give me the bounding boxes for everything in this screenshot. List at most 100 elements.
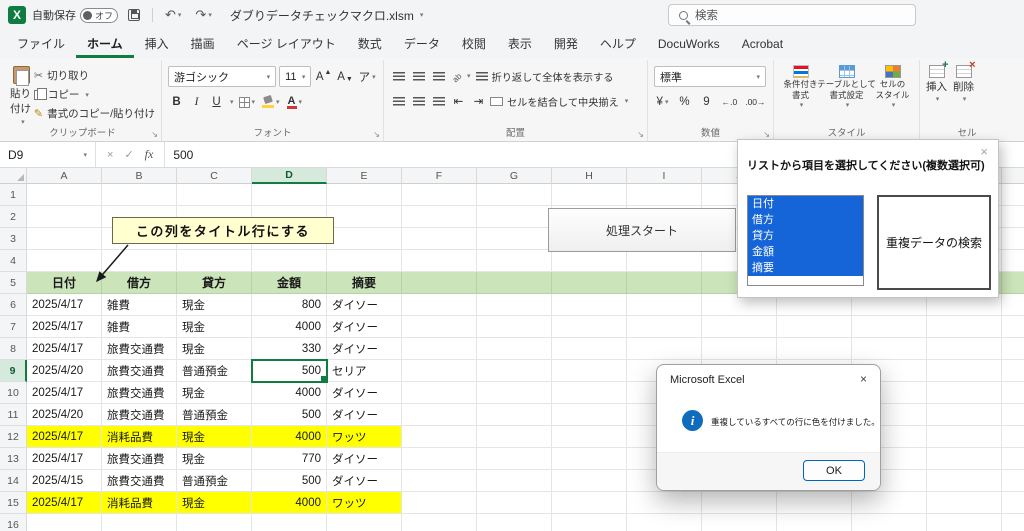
cell-amount[interactable]: 4000 xyxy=(252,426,327,448)
column-header[interactable]: H xyxy=(552,168,627,184)
save-button[interactable] xyxy=(124,9,144,21)
phonetic-button[interactable]: ア▾ xyxy=(357,67,377,87)
row-header[interactable]: 14 xyxy=(0,470,27,492)
cell[interactable] xyxy=(852,316,927,338)
cell[interactable] xyxy=(927,316,1002,338)
row-header[interactable]: 5 xyxy=(0,272,27,294)
row-header[interactable]: 3 xyxy=(0,228,27,250)
cell-styles-button[interactable]: セルの スタイル ▾ xyxy=(872,65,913,109)
cell[interactable] xyxy=(1002,184,1024,206)
cell[interactable] xyxy=(477,228,552,250)
cell[interactable] xyxy=(627,514,702,531)
ribbon-tab[interactable]: 開発 xyxy=(543,30,589,58)
cell-credit[interactable]: 現金 xyxy=(177,316,252,338)
number-dialog-launcher[interactable]: ↘ xyxy=(763,130,770,139)
cell[interactable] xyxy=(477,206,552,228)
cell-date[interactable] xyxy=(27,514,102,531)
cell[interactable] xyxy=(327,206,402,228)
cell[interactable] xyxy=(927,448,1002,470)
cell[interactable] xyxy=(552,470,627,492)
row-header[interactable]: 13 xyxy=(0,448,27,470)
cell[interactable] xyxy=(252,250,327,272)
cell[interactable] xyxy=(552,514,627,531)
font-size-select[interactable]: 11▾ xyxy=(279,66,311,87)
cell[interactable] xyxy=(552,492,627,514)
cell-note[interactable]: ダイソー xyxy=(327,470,402,492)
cell[interactable] xyxy=(402,492,477,514)
cell[interactable] xyxy=(477,250,552,272)
ribbon-tab[interactable]: ヘルプ xyxy=(589,30,647,58)
cell[interactable] xyxy=(852,492,927,514)
callout-note[interactable]: この列をタイトル行にする xyxy=(112,217,334,244)
column-header[interactable]: G xyxy=(477,168,552,184)
cell[interactable] xyxy=(1002,382,1024,404)
align-left-button[interactable] xyxy=(390,91,407,111)
number-format-select[interactable]: 標準▾ xyxy=(654,66,766,87)
cell[interactable] xyxy=(402,382,477,404)
cell[interactable] xyxy=(777,338,852,360)
cell[interactable] xyxy=(852,514,927,531)
cell[interactable] xyxy=(477,316,552,338)
row-header[interactable]: 12 xyxy=(0,426,27,448)
row-header[interactable]: 1 xyxy=(0,184,27,206)
row-header[interactable]: 6 xyxy=(0,294,27,316)
autosave-toggle[interactable]: 自動保存 オフ xyxy=(32,7,118,23)
cell-amount[interactable]: 500 xyxy=(252,404,327,426)
cell-credit[interactable]: 現金 xyxy=(177,338,252,360)
column-header[interactable]: F xyxy=(402,168,477,184)
cell-credit[interactable]: 現金 xyxy=(177,294,252,316)
cell-note[interactable]: ダイソー xyxy=(327,338,402,360)
cell[interactable] xyxy=(777,492,852,514)
cell[interactable] xyxy=(477,184,552,206)
find-duplicates-button[interactable]: 重複データの検索 xyxy=(877,195,991,290)
row-header[interactable]: 11 xyxy=(0,404,27,426)
cell[interactable] xyxy=(627,316,702,338)
cell-note[interactable]: ダイソー xyxy=(327,316,402,338)
cell-date[interactable]: 2025/4/20 xyxy=(27,360,102,382)
cell[interactable] xyxy=(777,316,852,338)
redo-button[interactable]: ↷▾ xyxy=(191,7,215,23)
fill-color-button[interactable]: ▾ xyxy=(260,92,282,112)
cell-debit[interactable]: 旅費交通費 xyxy=(102,448,177,470)
cell-credit[interactable]: 現金 xyxy=(177,448,252,470)
cell[interactable] xyxy=(477,338,552,360)
msgbox-close-icon[interactable]: × xyxy=(860,372,867,386)
row-header[interactable]: 15 xyxy=(0,492,27,514)
cell[interactable] xyxy=(402,338,477,360)
cell-note[interactable]: ダイソー xyxy=(327,294,402,316)
search-box[interactable]: 検索 xyxy=(668,4,916,26)
cell-amount[interactable]: 4000 xyxy=(252,382,327,404)
row-header[interactable]: 7 xyxy=(0,316,27,338)
cell[interactable] xyxy=(702,492,777,514)
alignment-dialog-launcher[interactable]: ↘ xyxy=(637,130,644,139)
cell-date[interactable]: 2025/4/17 xyxy=(27,448,102,470)
cell[interactable] xyxy=(477,492,552,514)
decrease-font-button[interactable]: A▼ xyxy=(336,67,354,87)
cell[interactable] xyxy=(402,294,477,316)
cell[interactable] xyxy=(627,338,702,360)
cell[interactable] xyxy=(327,250,402,272)
cell[interactable] xyxy=(402,404,477,426)
cell[interactable] xyxy=(927,338,1002,360)
listbox-item[interactable]: 借方 xyxy=(748,212,863,228)
align-middle-button[interactable] xyxy=(410,66,427,86)
delete-cells-button[interactable]: 削除 ▾ xyxy=(953,65,974,103)
cell-credit[interactable]: 現金 xyxy=(177,492,252,514)
cell-credit[interactable]: 普通預金 xyxy=(177,360,252,382)
ribbon-tab[interactable]: 数式 xyxy=(347,30,393,58)
cell-note[interactable]: ワッツ xyxy=(327,426,402,448)
cell[interactable] xyxy=(552,426,627,448)
orientation-button[interactable]: ab▾ xyxy=(450,66,473,86)
select-all-corner[interactable] xyxy=(0,168,27,184)
cell[interactable] xyxy=(1002,426,1024,448)
column-header[interactable]: B xyxy=(102,168,177,184)
cell[interactable] xyxy=(627,184,702,206)
cell-debit[interactable]: 雑費 xyxy=(102,294,177,316)
cell-amount[interactable]: 500 xyxy=(252,470,327,492)
decrease-indent-button[interactable]: ⇤ xyxy=(450,91,467,111)
cell[interactable] xyxy=(777,514,852,531)
cell[interactable] xyxy=(702,316,777,338)
cell[interactable] xyxy=(477,272,552,294)
cell-amount[interactable]: 770 xyxy=(252,448,327,470)
conditional-formatting-button[interactable]: 条件付き 書式 ▾ xyxy=(780,65,821,109)
